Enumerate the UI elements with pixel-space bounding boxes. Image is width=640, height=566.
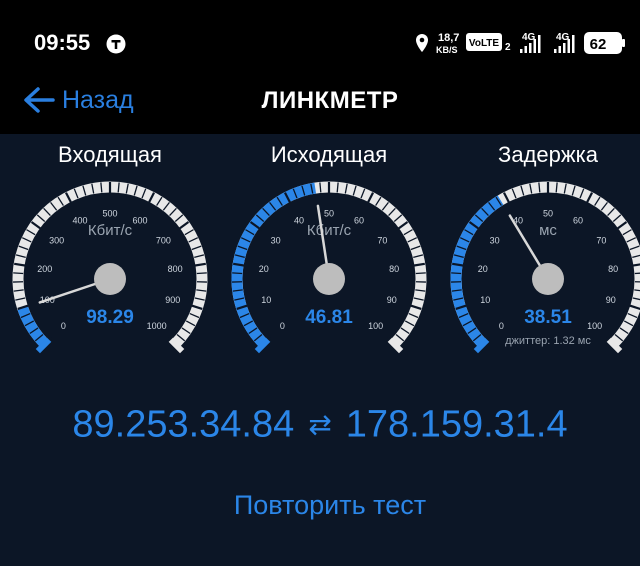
linkmeter-screen: 09:55 18,7 KB/S VoLTE 2 4G 4G 62 Назад Л… <box>0 0 640 566</box>
gauge-minor-tick <box>415 272 426 275</box>
gauge-tick-label: 0 <box>499 321 504 331</box>
gauge-value-text: 98.29 <box>86 307 134 328</box>
gauge-tick-label: 300 <box>49 236 64 246</box>
gauge-tick-label: 70 <box>596 236 606 246</box>
gauge-download: 01002003004005006007008009001000Кбит/с98… <box>12 181 208 354</box>
gauge-tick-label: 10 <box>261 295 271 305</box>
retry-test-button[interactable]: Повторить тест <box>0 490 640 521</box>
gauge-tick-label: 30 <box>490 236 500 246</box>
gauge-minor-tick <box>232 272 243 275</box>
gauge-tick-label: 800 <box>168 264 183 274</box>
gauge-tick-label: 80 <box>608 264 618 274</box>
gauge-tick-label: 60 <box>354 216 364 226</box>
gauge-unit-label: Кбит/с <box>88 222 133 239</box>
gauge-value-arc <box>231 182 317 348</box>
gauge-tick-label: 900 <box>165 295 180 305</box>
gauge-upload: 0 10 20 30 40 50 60 70 80 90 100 Кбит/с 46.81 <box>231 181 427 354</box>
gauge-tick-label: 600 <box>132 216 147 226</box>
gauge-hub <box>313 263 345 295</box>
bidirectional-arrow-icon: ⇄ <box>308 409 332 441</box>
gauge-tick-label: 20 <box>259 264 269 274</box>
gauge-tick-label: 500 <box>102 209 117 219</box>
gauge-value-text: 38.51 <box>524 307 572 328</box>
gauge-value-text: 46.81 <box>305 307 353 328</box>
gauge-unit-label: Кбит/с <box>307 222 352 239</box>
gauge-hub <box>94 263 126 295</box>
gauge-tick-label: 30 <box>271 236 281 246</box>
gauge-tick-label: 100 <box>587 321 602 331</box>
gauge-tick-label: 0 <box>61 321 66 331</box>
gauge-tick-label: 60 <box>573 216 583 226</box>
gauge-tick-label: 50 <box>543 209 553 219</box>
gauge-tick-label: 1000 <box>147 321 167 331</box>
gauge-tick-label: 100 <box>368 321 383 331</box>
gauge-tick-label: 10 <box>480 295 490 305</box>
gauge-tick-label: 700 <box>156 236 171 246</box>
gauge-tick-label: 70 <box>377 236 387 246</box>
gauge-hub <box>532 263 564 295</box>
connection-row: 89.253.34.84 ⇄ 178.159.31.4 <box>0 402 640 452</box>
gauge-tick-label: 80 <box>389 264 399 274</box>
jitter-label: джиттер: 1.32 мс <box>505 335 591 347</box>
gauge-tick-label: 90 <box>606 295 616 305</box>
gauge-tick-label: 50 <box>324 209 334 219</box>
gauge-tick-label: 40 <box>294 216 304 226</box>
gauge-minor-tick <box>451 272 462 275</box>
gauge-tick-label: 0 <box>280 321 285 331</box>
gauge-tick-label: 90 <box>387 295 397 305</box>
remote-ip: 178.159.31.4 <box>345 403 568 446</box>
gauge-tick-label: 200 <box>37 264 52 274</box>
gauge-minor-tick <box>13 272 24 275</box>
gauge-tick-label: 400 <box>73 216 88 226</box>
gauge-tick-label: 20 <box>478 264 488 274</box>
gauge-latency: 0102030405060708090100мс38.51джиттер: 1.… <box>450 181 640 354</box>
gauges-panel: 01002003004005006007008009001000Кбит/с98… <box>12 181 640 354</box>
gauge-minor-tick <box>634 272 640 275</box>
gauge-value-arc <box>17 306 49 348</box>
gauge-major-tick <box>629 263 640 268</box>
gauge-unit-label: мс <box>539 222 557 239</box>
gauge-minor-tick <box>196 272 207 275</box>
local-ip: 89.253.34.84 <box>72 403 295 446</box>
